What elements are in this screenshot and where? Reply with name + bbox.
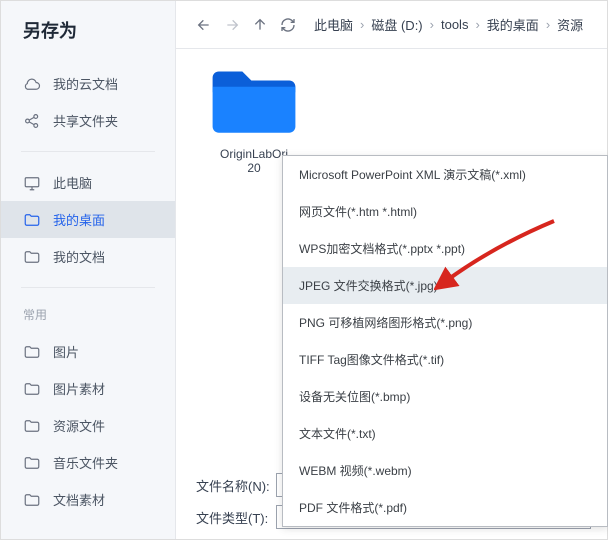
sidebar-item-label: 图片 bbox=[53, 342, 79, 361]
dialog-title: 另存为 bbox=[1, 1, 175, 61]
chevron-right-icon: › bbox=[355, 17, 369, 32]
filetype-option[interactable]: PDF 文件格式(*.pdf) bbox=[283, 489, 607, 526]
filename-label: 文件名称(N): bbox=[196, 476, 276, 495]
chevron-right-icon: › bbox=[470, 17, 484, 32]
folder-icon bbox=[23, 380, 41, 398]
sidebar-item-shared[interactable]: 共享文件夹 bbox=[1, 102, 175, 139]
sidebar-item-common[interactable]: 文档素材 bbox=[1, 481, 175, 518]
sidebar-cloud-section: 我的云文档 共享文件夹 bbox=[1, 61, 175, 143]
sidebar-item-desktop[interactable]: 我的桌面 bbox=[1, 201, 175, 238]
filetype-option[interactable]: 文本文件(*.txt) bbox=[283, 415, 607, 452]
sidebar-common-section: 图片图片素材资源文件音乐文件夹文档素材 bbox=[1, 329, 175, 522]
forward-button[interactable] bbox=[218, 11, 246, 39]
monitor-icon bbox=[23, 174, 41, 192]
folder-name: OriginLabOri20 bbox=[220, 147, 288, 175]
sidebar-item-label: 我的云文档 bbox=[53, 74, 118, 93]
breadcrumb-segment[interactable]: 资源 bbox=[555, 15, 585, 34]
sidebar-item-this-pc[interactable]: 此电脑 bbox=[1, 164, 175, 201]
sidebar-item-common[interactable]: 音乐文件夹 bbox=[1, 444, 175, 481]
filetype-option[interactable]: JPEG 文件交换格式(*.jpg) bbox=[283, 267, 607, 304]
sidebar-item-common[interactable]: 图片 bbox=[1, 333, 175, 370]
share-icon bbox=[23, 112, 41, 130]
breadcrumb-segment[interactable]: 磁盘 (D:) bbox=[369, 15, 424, 34]
sidebar-common-label: 常用 bbox=[1, 296, 175, 329]
sidebar-item-label: 资源文件 bbox=[53, 416, 105, 435]
filetype-option[interactable]: 网页文件(*.htm *.html) bbox=[283, 193, 607, 230]
sidebar-item-label: 我的文档 bbox=[53, 247, 105, 266]
filetype-option[interactable]: Microsoft PowerPoint XML 演示文稿(*.xml) bbox=[283, 156, 607, 193]
refresh-button[interactable] bbox=[274, 11, 302, 39]
breadcrumb: 此电脑›磁盘 (D:)›tools›我的桌面›资源 bbox=[312, 15, 585, 34]
up-button[interactable] bbox=[246, 11, 274, 39]
sidebar-item-cloud-docs[interactable]: 我的云文档 bbox=[1, 65, 175, 102]
breadcrumb-segment[interactable]: tools bbox=[439, 17, 470, 32]
filetype-label: 文件类型(T): bbox=[196, 508, 276, 527]
chevron-right-icon: › bbox=[541, 17, 555, 32]
sidebar-item-documents[interactable]: 我的文档 bbox=[1, 238, 175, 275]
divider bbox=[21, 287, 155, 288]
sidebar: 另存为 我的云文档 共享文件夹 此电脑 bbox=[1, 1, 176, 539]
divider bbox=[21, 151, 155, 152]
folder-icon bbox=[23, 491, 41, 509]
chevron-right-icon: › bbox=[425, 17, 439, 32]
filetype-option[interactable]: WEBM 视频(*.webm) bbox=[283, 452, 607, 489]
sidebar-item-label: 此电脑 bbox=[53, 173, 92, 192]
folder-large-icon bbox=[208, 67, 300, 139]
folder-icon bbox=[23, 417, 41, 435]
filetype-option[interactable]: 设备无关位图(*.bmp) bbox=[283, 378, 607, 415]
sidebar-item-label: 音乐文件夹 bbox=[53, 453, 118, 472]
sidebar-local-section: 此电脑 我的桌面 我的文档 bbox=[1, 160, 175, 279]
filetype-option[interactable]: PNG 可移植网络图形格式(*.png) bbox=[283, 304, 607, 341]
sidebar-item-label: 图片素材 bbox=[53, 379, 105, 398]
sidebar-item-label: 文档素材 bbox=[53, 490, 105, 509]
breadcrumb-segment[interactable]: 我的桌面 bbox=[485, 15, 541, 34]
back-button[interactable] bbox=[190, 11, 218, 39]
breadcrumb-segment[interactable]: 此电脑 bbox=[312, 15, 355, 34]
filetype-dropdown[interactable]: Microsoft PowerPoint XML 演示文稿(*.xml)网页文件… bbox=[282, 155, 608, 527]
folder-icon bbox=[23, 343, 41, 361]
folder-icon bbox=[23, 211, 41, 229]
sidebar-item-label: 我的桌面 bbox=[53, 210, 105, 229]
cloud-icon bbox=[23, 75, 41, 93]
folder-icon bbox=[23, 248, 41, 266]
filetype-option[interactable]: WPS加密文档格式(*.pptx *.ppt) bbox=[283, 230, 607, 267]
filetype-option[interactable]: TIFF Tag图像文件格式(*.tif) bbox=[283, 341, 607, 378]
folder-icon bbox=[23, 454, 41, 472]
sidebar-item-common[interactable]: 资源文件 bbox=[1, 407, 175, 444]
sidebar-item-common[interactable]: 图片素材 bbox=[1, 370, 175, 407]
toolbar: 此电脑›磁盘 (D:)›tools›我的桌面›资源 bbox=[176, 1, 607, 49]
sidebar-item-label: 共享文件夹 bbox=[53, 111, 118, 130]
